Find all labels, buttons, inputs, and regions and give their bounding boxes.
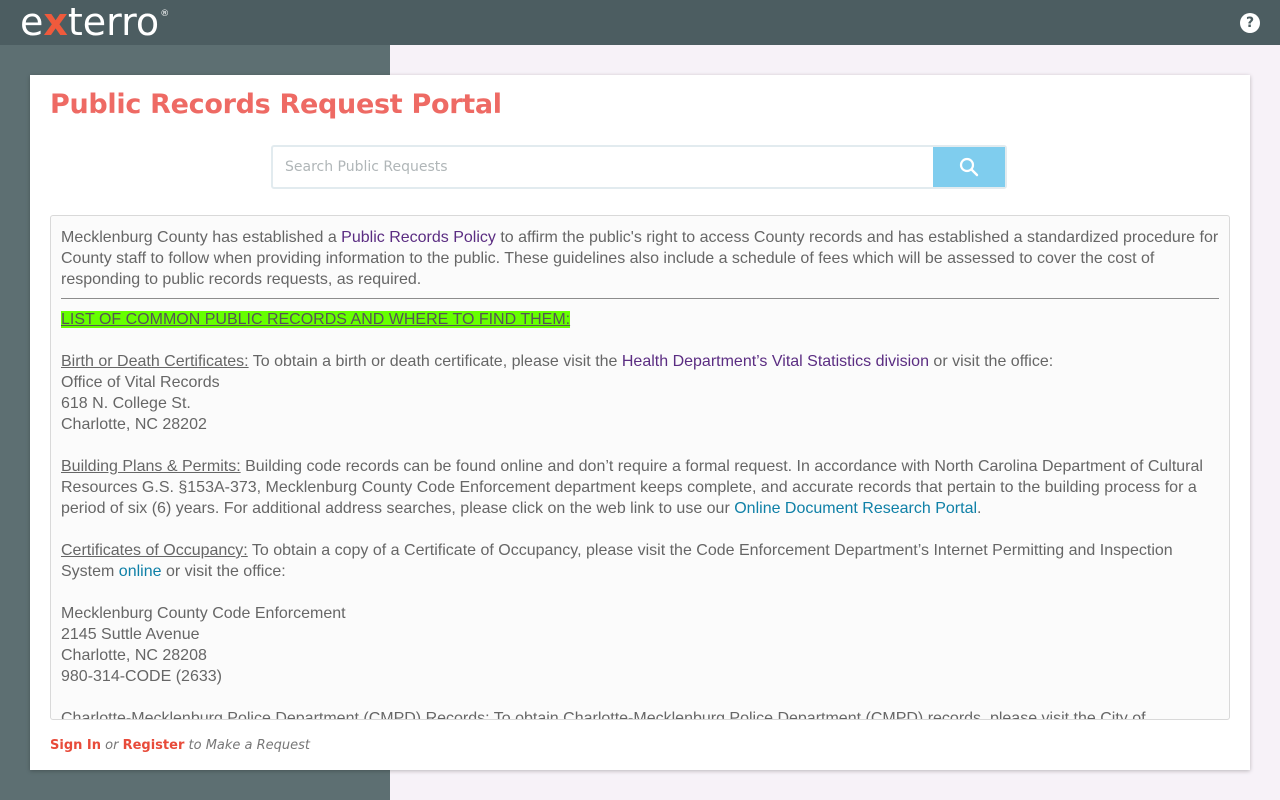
birth-death-text-2: or visit the office: [928,353,1054,370]
birth-death-text-1: To obtain a birth or death certificate, … [248,353,622,370]
birth-death-label: Birth or Death Certificates: [61,353,249,370]
address-line: 618 N. College St. [61,395,191,412]
top-bar: e x terro ® ? [0,0,1280,45]
list-heading-text: LIST OF COMMON PUBLIC RECORDS AND WHERE … [61,311,571,328]
certificates-occupancy-text-2: or visit the office: [161,563,286,580]
cmpd-text: To obtain Charlotte-Mecklenburg Police D… [489,710,1146,720]
certificates-occupancy-section: Certificates of Occupancy: To obtain a c… [61,540,1219,582]
search-bar [271,145,1007,189]
or-text: or [105,738,119,753]
make-request-text: to Make a Request [188,738,311,753]
address-line: Charlotte, NC 28208 [61,647,207,664]
address-line: 2145 Suttle Avenue [61,626,200,643]
address-line: Charlotte, NC 28202 [61,416,207,433]
divider [61,298,1219,299]
help-icon[interactable]: ? [1240,13,1260,33]
sign-in-link[interactable]: Sign In [50,738,101,753]
public-records-policy-link[interactable]: Public Records Policy [341,229,496,246]
building-permits-text-2: . [977,500,982,517]
search-input[interactable] [273,147,933,187]
logo-text-1: e [20,0,44,44]
online-document-research-portal-link[interactable]: Online Document Research Portal [734,500,977,517]
building-permits-label: Building Plans & Permits: [61,458,241,475]
cmpd-label: Charlotte-Mecklenburg Police Department … [61,710,490,720]
register-link[interactable]: Register [123,738,185,753]
main-card: Public Records Request Portal Mecklenbur… [30,75,1250,770]
address-line: Mecklenburg County Code Enforcement [61,605,346,622]
certificates-occupancy-label: Certificates of Occupancy: [61,542,248,559]
logo-registered-mark: ® [160,9,170,19]
records-info-panel[interactable]: Mecklenburg County has established a Pub… [50,215,1230,720]
vital-statistics-link[interactable]: Health Department’s Vital Statistics div… [622,353,929,370]
intro-text-1: Mecklenburg County has established a [61,229,342,246]
search-icon [959,157,979,177]
intro-paragraph: Mecklenburg County has established a Pub… [61,227,1219,290]
logo-text-2: terro [67,0,160,44]
online-permitting-link[interactable]: online [119,563,162,580]
exterro-logo[interactable]: e x terro ® [20,2,169,42]
auth-prompt: Sign In or Register to Make a Request [50,738,310,753]
search-button[interactable] [933,147,1005,187]
list-heading: LIST OF COMMON PUBLIC RECORDS AND WHERE … [61,309,1219,330]
page-title: Public Records Request Portal [50,89,502,120]
building-permits-section: Building Plans & Permits: Building code … [61,456,1219,519]
logo-text-x: x [43,0,68,44]
address-line: Office of Vital Records [61,374,220,391]
address-line: 980-314-CODE (2633) [61,668,222,685]
birth-death-section: Birth or Death Certificates: To obtain a… [61,351,1219,372]
cmpd-section: Charlotte-Mecklenburg Police Department … [61,708,1219,720]
